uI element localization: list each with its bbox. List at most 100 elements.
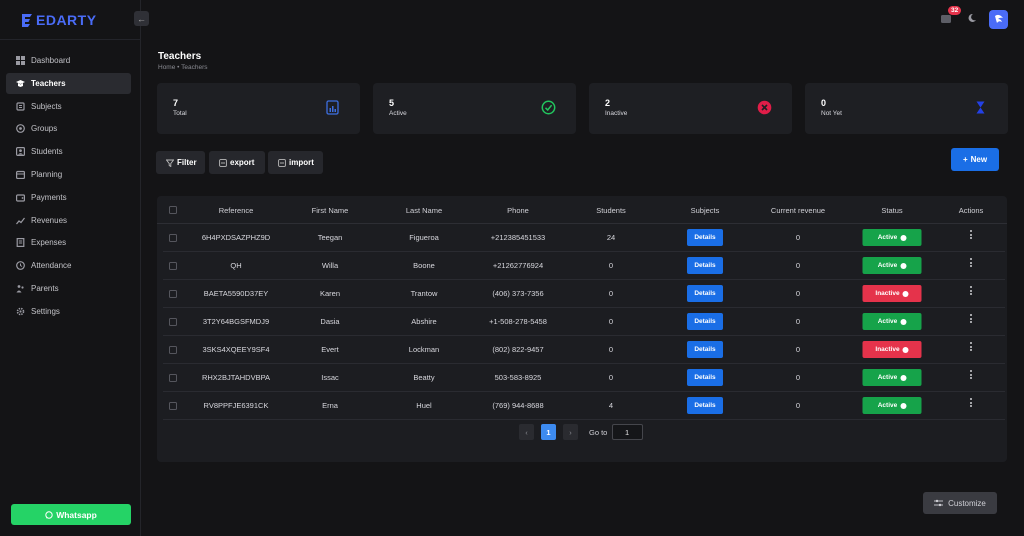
- filter-button[interactable]: Filter: [156, 151, 205, 174]
- stat-label: Total: [173, 110, 187, 117]
- row-actions-menu[interactable]: [969, 342, 973, 354]
- edarty-logo-icon: [22, 13, 32, 27]
- new-teacher-button[interactable]: + New: [951, 148, 999, 171]
- sidebar-item-planning[interactable]: Planning: [6, 164, 131, 185]
- row-actions-menu[interactable]: [969, 286, 973, 298]
- details-button[interactable]: Details: [687, 341, 723, 358]
- next-page-button[interactable]: ›: [563, 424, 578, 440]
- kebab-dot: [970, 401, 972, 404]
- logo[interactable]: EDARTY: [20, 11, 97, 29]
- sidebar-item-teachers[interactable]: Teachers: [6, 72, 131, 94]
- row-checkbox[interactable]: [169, 290, 177, 298]
- page-title: Teachers: [158, 51, 202, 62]
- column-header-current-revenue[interactable]: Current revenue: [771, 206, 825, 215]
- sidebar-item-parents[interactable]: Parents: [6, 278, 131, 299]
- export-icon: [219, 158, 227, 167]
- cell-reference: RHX2BJTAHDVBPA: [201, 373, 271, 382]
- status-badge[interactable]: Active: [862, 313, 922, 330]
- row-checkbox[interactable]: [169, 346, 177, 354]
- column-header-reference[interactable]: Reference: [219, 206, 254, 215]
- sidebar-item-subjects[interactable]: Subjects: [6, 96, 131, 117]
- row-actions-menu[interactable]: [969, 370, 973, 382]
- column-header-subjects[interactable]: Subjects: [691, 206, 720, 215]
- sidebar-item-expenses[interactable]: Expenses: [6, 232, 131, 253]
- status-label: Active: [877, 262, 898, 269]
- chart-icon: [16, 216, 25, 225]
- status-label: Active: [877, 402, 898, 409]
- previous-page-button[interactable]: ‹: [519, 424, 534, 440]
- column-header-students[interactable]: Students: [596, 206, 626, 215]
- import-button[interactable]: import: [268, 151, 323, 174]
- sidebar-item-dashboard[interactable]: Dashboard: [6, 50, 131, 71]
- stat-card-inactive: 2 Inactive: [589, 83, 792, 134]
- kebab-dot: [970, 293, 972, 295]
- kebab-dot: [970, 314, 972, 316]
- details-button[interactable]: Details: [687, 257, 723, 274]
- details-button[interactable]: Details: [687, 397, 723, 414]
- status-badge[interactable]: Inactive: [862, 341, 922, 358]
- cell-revenue: 0: [795, 289, 801, 298]
- sidebar-item-groups[interactable]: Groups: [6, 118, 131, 139]
- status-badge[interactable]: Inactive: [862, 285, 922, 302]
- cell-last-name: Abshire: [411, 317, 437, 326]
- cell-phone: (802) 822-9457: [492, 345, 544, 354]
- details-button[interactable]: Details: [687, 369, 723, 386]
- details-button[interactable]: Details: [687, 313, 723, 330]
- cell-reference: RV8PPFJE6391CK: [203, 401, 269, 410]
- export-label: export: [230, 158, 255, 167]
- column-header-last-name[interactable]: Last Name: [406, 206, 442, 215]
- row-checkbox[interactable]: [169, 318, 177, 326]
- moon-icon[interactable]: [967, 13, 977, 23]
- select-all-checkbox[interactable]: [169, 206, 177, 214]
- customize-button[interactable]: Customize: [923, 492, 997, 514]
- row-checkbox[interactable]: [169, 262, 177, 270]
- toggle-dot-icon: [900, 234, 907, 241]
- cell-students: 0: [608, 317, 614, 326]
- status-badge[interactable]: Active: [862, 229, 922, 246]
- row-checkbox[interactable]: [169, 402, 177, 410]
- status-badge[interactable]: Active: [862, 257, 922, 274]
- wallet-icon: [16, 193, 25, 202]
- column-header-first-name[interactable]: First Name: [312, 206, 349, 215]
- details-button[interactable]: Details: [687, 229, 723, 246]
- cell-first-name: Teegan: [317, 233, 343, 242]
- table-row: 3SKS4XQEEY9SF4 Evert Lockman (802) 822-9…: [163, 336, 1005, 364]
- status-badge[interactable]: Active: [862, 369, 922, 386]
- sidebar-item-settings[interactable]: Settings: [6, 301, 131, 322]
- kebab-dot: [970, 345, 972, 348]
- user-logo-icon: [994, 14, 1003, 23]
- row-checkbox[interactable]: [169, 234, 177, 242]
- column-header-status[interactable]: Status: [881, 206, 902, 215]
- subjects-icon: [16, 101, 25, 111]
- row-checkbox[interactable]: [169, 374, 177, 382]
- stat-value: 7: [173, 98, 179, 108]
- sidebar-item-students[interactable]: Students: [6, 141, 131, 162]
- avatar[interactable]: [989, 10, 1008, 29]
- sidebar-collapse-button[interactable]: ←: [134, 11, 149, 26]
- filter-icon: [166, 159, 174, 167]
- sidebar-item-revenues[interactable]: Revenues: [6, 210, 131, 231]
- cell-last-name: Boone: [413, 261, 435, 270]
- row-actions-menu[interactable]: [969, 314, 973, 326]
- sidebar-item-attendance[interactable]: Attendance: [6, 255, 131, 276]
- column-header-phone[interactable]: Phone: [507, 206, 529, 215]
- sidebar-item-label: Teachers: [31, 78, 66, 88]
- row-actions-menu[interactable]: [969, 230, 973, 242]
- kebab-dot: [970, 398, 972, 400]
- sidebar-item-label: Planning: [31, 169, 63, 179]
- export-button[interactable]: export: [209, 151, 265, 174]
- row-actions-menu[interactable]: [969, 398, 973, 410]
- details-button[interactable]: Details: [687, 285, 723, 302]
- cell-first-name: Issac: [321, 373, 339, 382]
- whatsapp-button[interactable]: Whatsapp: [11, 504, 131, 525]
- page-button[interactable]: 1: [541, 424, 556, 440]
- goto-page-input[interactable]: [612, 424, 643, 440]
- status-badge[interactable]: Active: [862, 397, 922, 414]
- breadcrumb[interactable]: Home • Teachers: [158, 64, 207, 71]
- cell-reference: QH: [230, 261, 242, 270]
- filter-label: Filter: [177, 158, 197, 167]
- cell-phone: +212385451533: [490, 233, 546, 242]
- status-label: Active: [877, 374, 898, 381]
- sidebar-item-payments[interactable]: Payments: [6, 187, 131, 208]
- row-actions-menu[interactable]: [969, 258, 973, 270]
